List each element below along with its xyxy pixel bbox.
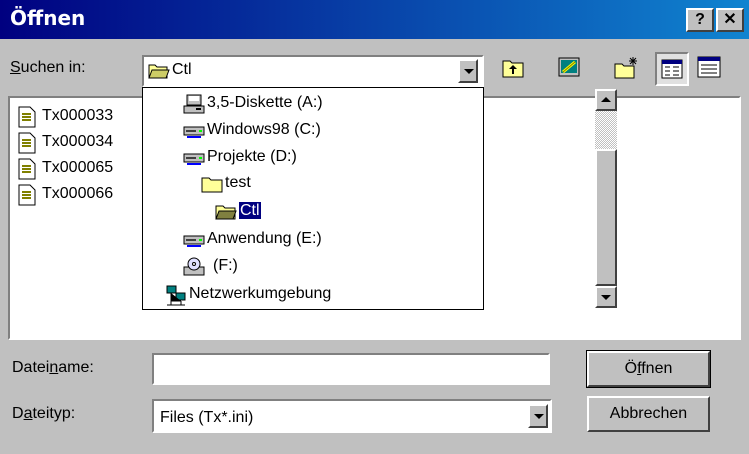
desktop-button[interactable]: [552, 52, 586, 86]
details-view-button[interactable]: [692, 52, 726, 86]
help-button[interactable]: ?: [686, 8, 714, 32]
close-button[interactable]: ✕: [716, 8, 744, 32]
filetype-value: Files (Tx*.ini): [160, 409, 254, 426]
lookin-value: Ctl: [172, 61, 192, 78]
hard-drive-icon: [183, 153, 205, 165]
folder-open-icon: [148, 62, 170, 85]
arrow-down-icon: [601, 295, 611, 300]
file-name: Tx000034: [42, 133, 114, 150]
chevron-down-icon: [464, 69, 474, 74]
ini-file-icon: [18, 132, 36, 154]
selected-item-label: Ctl: [238, 201, 262, 220]
filetype-combobox[interactable]: Files (Tx*.ini): [152, 399, 552, 433]
list-view-button[interactable]: [655, 52, 689, 86]
ini-file-icon: [18, 184, 36, 206]
ini-file-icon: [18, 158, 36, 180]
desktop-icon: [558, 57, 580, 77]
window-title: Öffnen: [10, 6, 86, 30]
file-name: Tx000033: [42, 107, 114, 124]
scroll-up-button[interactable]: [595, 89, 617, 111]
file-name: Tx000065: [42, 159, 114, 176]
list-view-icon: [661, 59, 683, 79]
filetype-dropdown-button[interactable]: [528, 404, 548, 428]
filetype-label: Dateityp:: [12, 405, 76, 422]
dropdown-scrollbar[interactable]: [595, 89, 617, 308]
new-folder-button[interactable]: [608, 52, 642, 86]
hard-drive-icon: [183, 235, 205, 247]
lookin-dropdown-button[interactable]: [458, 59, 478, 83]
scroll-down-button[interactable]: [595, 286, 617, 308]
open-button[interactable]: Öffnen: [586, 350, 711, 388]
network-icon: [166, 285, 186, 306]
arrow-up-icon: [601, 97, 611, 102]
cancel-button[interactable]: Abbrechen: [587, 396, 710, 432]
up-one-level-icon: [502, 60, 524, 78]
hard-drive-icon: [183, 126, 205, 138]
folder-icon: [201, 177, 223, 193]
up-one-level-button[interactable]: [496, 52, 530, 86]
details-view-icon: [697, 56, 721, 78]
lookin-dropdown-list[interactable]: 3,5-Diskette (A:) Windows98 (C:) Projekt…: [142, 87, 617, 310]
floppy-drive-icon: [183, 94, 205, 114]
chevron-down-icon: [534, 414, 544, 419]
new-folder-icon: [614, 57, 637, 79]
lookin-label: Suchen in:: [10, 59, 86, 76]
filename-input[interactable]: [152, 353, 550, 385]
cd-drive-icon: [183, 257, 205, 276]
ini-file-icon: [18, 106, 36, 128]
file-name: Tx000066: [42, 185, 114, 202]
folder-open-icon: [215, 205, 237, 220]
lookin-combobox[interactable]: Ctl: [142, 55, 484, 87]
filename-label: Dateiname:: [12, 359, 94, 376]
scroll-thumb[interactable]: [595, 149, 617, 286]
title-bar: Öffnen ? ✕: [0, 0, 749, 39]
